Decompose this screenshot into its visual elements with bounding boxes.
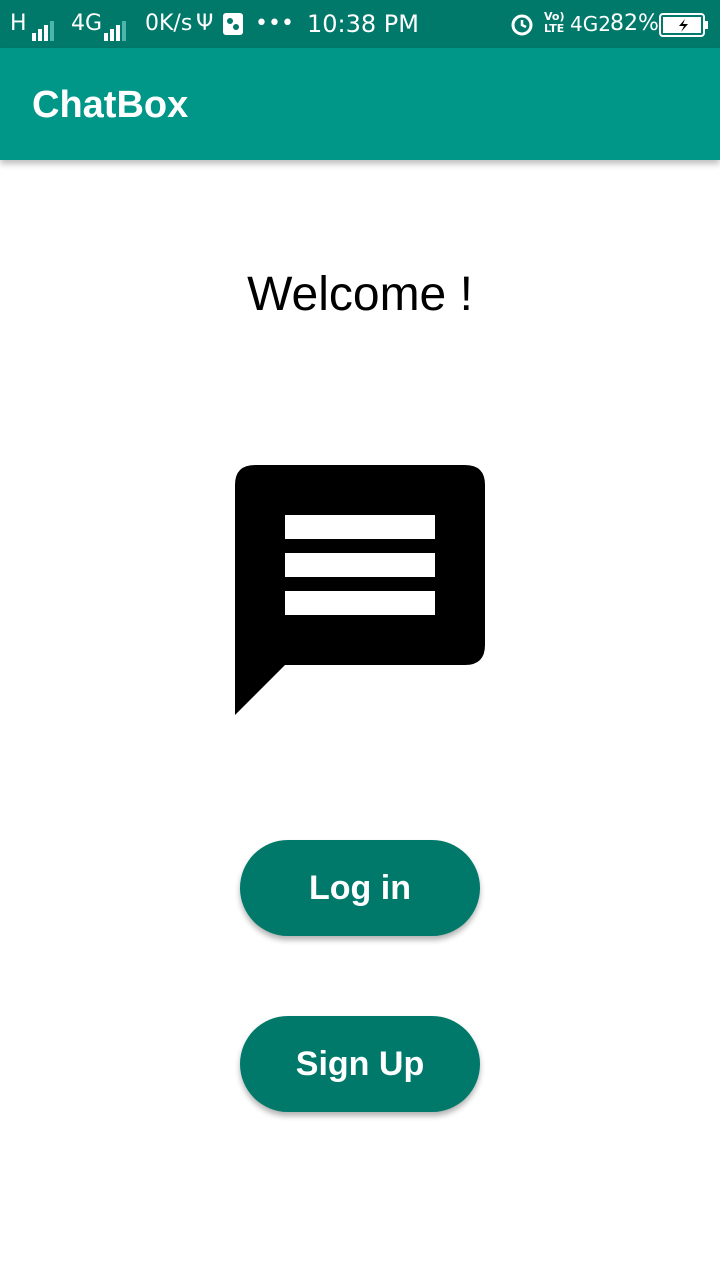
net-speed: 0K/s (145, 11, 193, 36)
network-label: 4G2 (570, 12, 611, 36)
status-bar: H 4G 0K/s Ψ ••• 10:38 PM Vo) LTE 4G2 82% (0, 0, 720, 48)
battery-percent: 82% (610, 11, 659, 36)
nfc-icon (222, 12, 244, 44)
welcome-heading: Welcome ! (247, 268, 473, 321)
network-type-label: 4G (71, 11, 103, 36)
battery-icon (659, 13, 709, 45)
login-button[interactable]: Log in (240, 840, 480, 936)
lte-label: LTE (544, 22, 565, 35)
app-bar: ChatBox (0, 48, 720, 160)
signup-button[interactable]: Sign Up (240, 1016, 480, 1112)
app-title: ChatBox (32, 84, 189, 126)
signal-icon (32, 13, 56, 41)
volte-indicator: Vo) LTE (544, 11, 565, 35)
alarm-icon (510, 12, 534, 44)
clock: 10:38 PM (307, 10, 419, 38)
usb-icon: Ψ (196, 11, 214, 36)
carrier-label: H (10, 11, 27, 36)
signal-icon-2 (104, 13, 128, 41)
more-icon: ••• (255, 11, 294, 36)
chat-bubble-icon (235, 465, 485, 715)
